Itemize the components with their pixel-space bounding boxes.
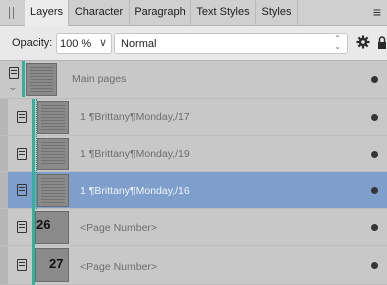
- hierarchy-guide-line: [32, 99, 35, 285]
- opacity-label: Opacity:: [12, 37, 53, 49]
- layer-thumbnail: [37, 101, 69, 134]
- visibility-dot-icon[interactable]: [371, 151, 378, 158]
- layer-row[interactable]: 1 ¶Brittany¶Monday,/19: [0, 136, 387, 172]
- row-indent: [0, 246, 8, 284]
- layer-thumbnail: [37, 138, 69, 170]
- visibility-dot-icon[interactable]: [371, 76, 378, 83]
- panel-tab-bar: Layers Character Paragraph Text Styles S…: [0, 0, 387, 26]
- chevron-down-icon[interactable]: ⌄: [8, 82, 18, 93]
- page-icon: [17, 148, 27, 160]
- layer-name: <Page Number>: [80, 222, 158, 234]
- layer-thumbnail: 27: [35, 248, 69, 282]
- layer-thumbnail: [26, 63, 57, 96]
- layer-thumbnail: [37, 174, 69, 207]
- layer-thumbnail: 26: [35, 211, 69, 244]
- row-indent: [0, 99, 8, 135]
- tab-character[interactable]: Character: [69, 0, 130, 26]
- gear-icon[interactable]: [356, 34, 370, 50]
- page-number-label: 26: [36, 217, 51, 232]
- blend-mode-select[interactable]: Normal ⌃ ⌄: [114, 33, 348, 54]
- row-indent: [0, 209, 8, 245]
- visibility-dot-icon[interactable]: [371, 224, 378, 231]
- page-icon: [17, 111, 27, 123]
- layer-row[interactable]: 27 <Page Number>: [0, 246, 387, 285]
- layer-row[interactable]: 1 ¶Brittany¶Monday,/17: [0, 99, 387, 136]
- page-icon: [17, 259, 27, 271]
- page-icon: [17, 221, 27, 233]
- layer-options-bar: Opacity: 100 % ∨ Normal ⌃ ⌄: [0, 26, 387, 61]
- layer-name: 1 ¶Brittany¶Monday,/17: [80, 111, 190, 123]
- row-indent: [0, 136, 8, 171]
- lock-icon[interactable]: [377, 35, 387, 50]
- page-icon: [17, 184, 27, 196]
- layer-name: 1 ¶Brittany¶Monday,/19: [80, 148, 190, 160]
- layer-name: <Page Number>: [80, 261, 158, 273]
- hamburger-menu-icon[interactable]: ≡: [370, 0, 384, 26]
- opacity-value: 100 %: [60, 38, 92, 50]
- hierarchy-dotted-line: [36, 99, 37, 209]
- visibility-dot-icon[interactable]: [371, 114, 378, 121]
- tab-text-styles[interactable]: Text Styles: [191, 0, 256, 26]
- tab-styles[interactable]: Styles: [256, 0, 298, 26]
- opacity-field[interactable]: 100 % ∨: [56, 33, 112, 54]
- layers-list: ⌄ Main pages 1 ¶Brittany¶Monday,/17 1 ¶B…: [0, 61, 387, 285]
- chevron-down-icon[interactable]: ∨: [99, 36, 107, 49]
- layer-name: Main pages: [72, 73, 127, 85]
- layer-row[interactable]: 26 <Page Number>: [0, 209, 387, 246]
- stepper-icon[interactable]: ⌃ ⌄: [334, 35, 341, 51]
- page-icon: [9, 67, 19, 79]
- layer-name: 1 ¶Brittany¶Monday,/16: [80, 185, 190, 197]
- tab-layers[interactable]: Layers: [25, 0, 69, 26]
- visibility-dot-icon[interactable]: [371, 187, 378, 194]
- page-number-label: 27: [49, 256, 64, 271]
- hierarchy-guide-line: [22, 61, 25, 97]
- layer-row-main-pages[interactable]: ⌄ Main pages: [0, 61, 387, 99]
- drag-grip-icon[interactable]: [9, 7, 14, 19]
- layer-row-selected[interactable]: 1 ¶Brittany¶Monday,/16: [0, 172, 387, 209]
- blend-mode-value: Normal: [121, 38, 157, 50]
- visibility-dot-icon[interactable]: [371, 262, 378, 269]
- tab-paragraph[interactable]: Paragraph: [130, 0, 191, 26]
- row-indent: [0, 172, 8, 208]
